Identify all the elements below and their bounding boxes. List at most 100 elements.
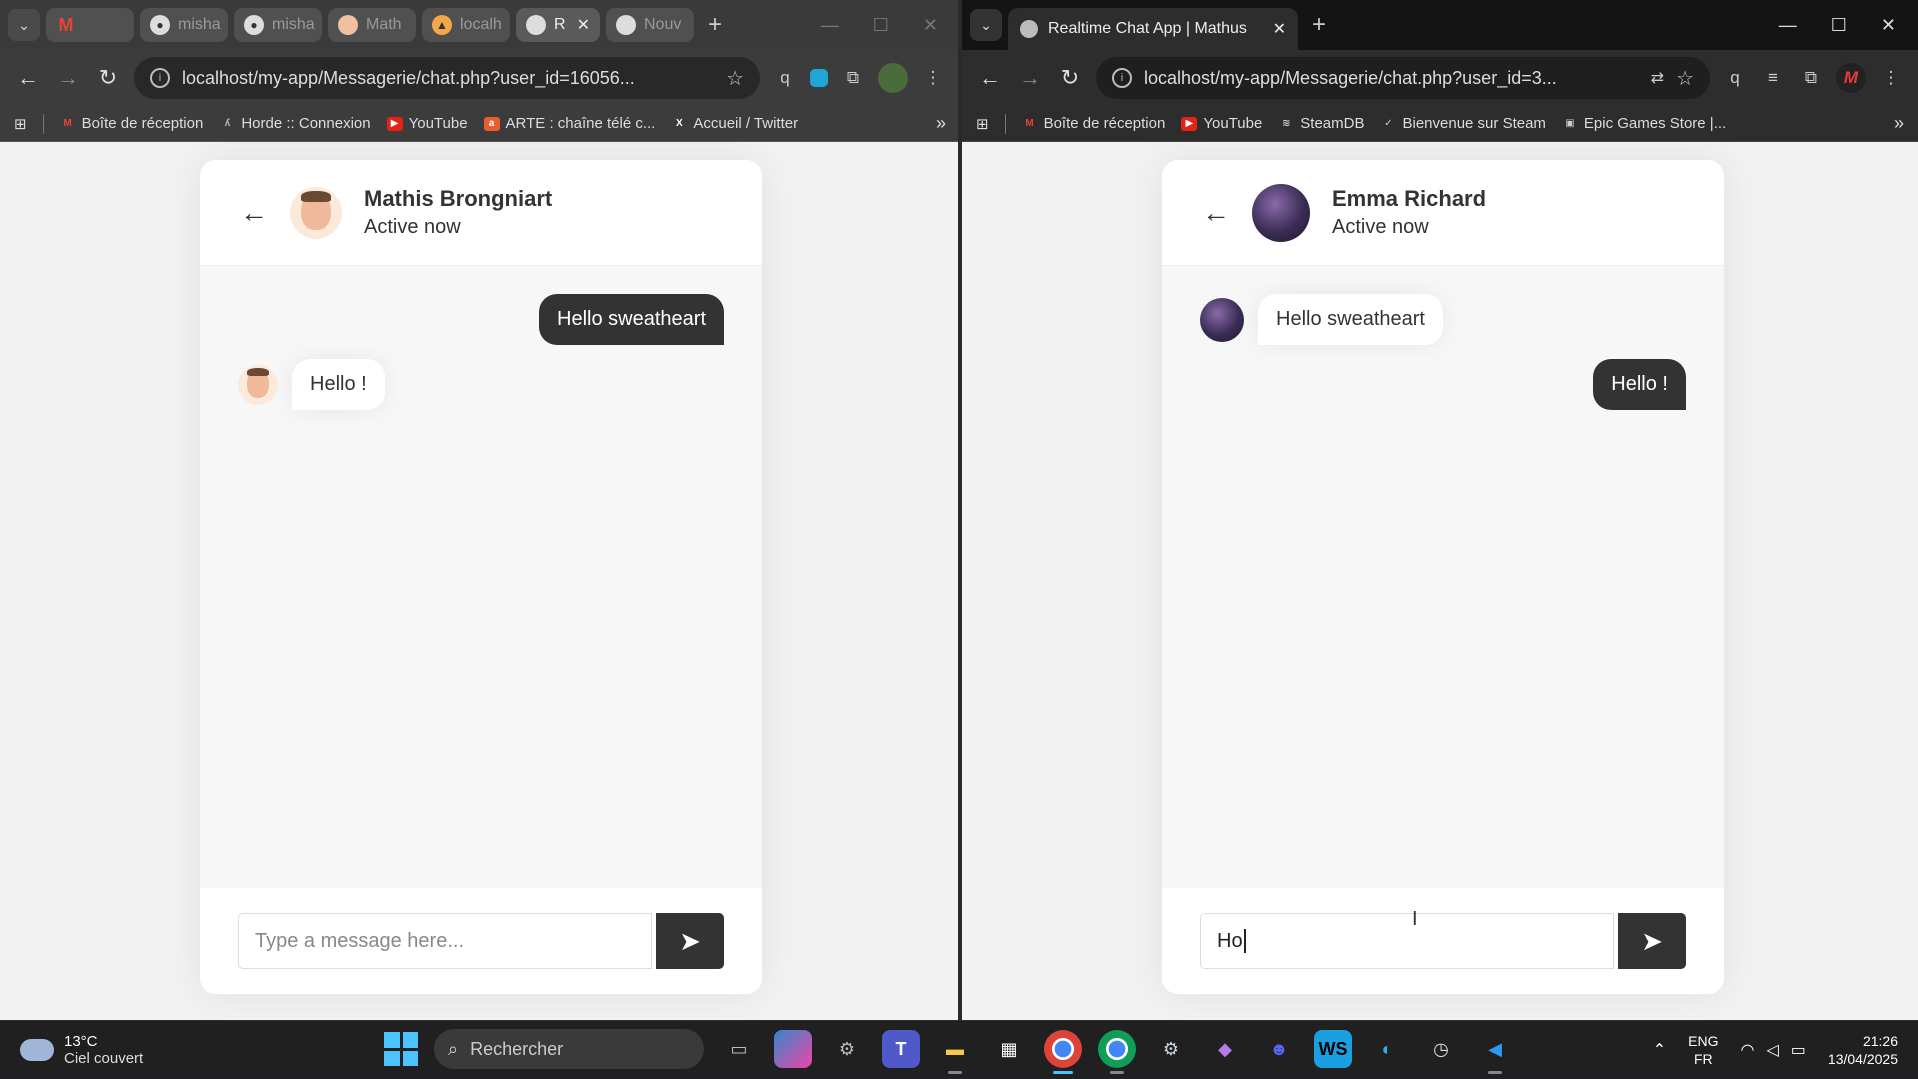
reload-icon[interactable]: ↻	[1056, 65, 1084, 91]
extension-q-icon[interactable]: q	[772, 65, 798, 91]
more-bookmarks-icon[interactable]: »	[1894, 113, 1904, 134]
menu-kebab-icon[interactable]: ⋮	[1878, 65, 1904, 91]
profile-avatar[interactable]: M	[1836, 63, 1866, 93]
widgets-icon[interactable]	[774, 1030, 812, 1068]
tray-icons[interactable]: ◠ ◁ ▭	[1741, 1040, 1806, 1060]
edge-icon[interactable]: ◐	[1368, 1030, 1406, 1068]
webstorm-icon[interactable]: WS	[1314, 1030, 1352, 1068]
tab-github-1[interactable]: ● misha	[140, 8, 228, 42]
apps-grid-icon[interactable]: ⊞	[976, 115, 989, 133]
close-tab-icon[interactable]: ✕	[1273, 19, 1286, 39]
translate-icon[interactable]: ⇄	[1651, 68, 1664, 88]
tab-gmail[interactable]: M	[46, 8, 134, 42]
site-info-icon[interactable]: i	[150, 68, 170, 88]
store-icon[interactable]: ▦	[990, 1030, 1028, 1068]
back-arrow-icon[interactable]: ←	[14, 65, 42, 91]
url-text[interactable]: localhost/my-app/Messagerie/chat.php?use…	[182, 68, 714, 89]
tab-search-button[interactable]: ⌄	[970, 9, 1002, 41]
close-window-icon[interactable]: ✕	[923, 15, 938, 36]
menu-kebab-icon[interactable]: ⋮	[920, 65, 946, 91]
site-info-icon[interactable]: i	[1112, 68, 1132, 88]
extension-stack-icon[interactable]: ≡	[1760, 65, 1786, 91]
extension-vpn-icon[interactable]	[810, 69, 828, 87]
windows-start-icon[interactable]	[384, 1032, 418, 1066]
extension-q-icon[interactable]: q	[1722, 65, 1748, 91]
url-text[interactable]: localhost/my-app/Messagerie/chat.php?use…	[1144, 68, 1639, 89]
typing-area: Type a message here... ➤	[200, 888, 762, 994]
close-tab-icon[interactable]: ✕	[577, 15, 590, 35]
reload-icon[interactable]: ↻	[94, 65, 122, 91]
tab-localhost[interactable]: ▲ localh	[422, 8, 510, 42]
language-indicator[interactable]: ENG FR	[1688, 1032, 1718, 1068]
steamdb-icon: ≋	[1282, 118, 1291, 129]
profile-avatar[interactable]	[878, 63, 908, 93]
address-bar[interactable]: i localhost/my-app/Messagerie/chat.php?u…	[1096, 57, 1710, 99]
message-input-value: Ho	[1217, 929, 1243, 952]
back-arrow-icon[interactable]: ←	[976, 65, 1004, 91]
chrome-icon[interactable]	[1044, 1030, 1082, 1074]
bookmark-horde[interactable]: ʎ Horde :: Connexion	[219, 115, 371, 132]
bookmark-youtube[interactable]: ▶ YouTube	[1181, 115, 1262, 132]
visual-studio-icon[interactable]: ◆	[1206, 1030, 1244, 1068]
cloud-weather-icon	[18, 1028, 54, 1061]
settings-gear-icon[interactable]: ⚙	[828, 1030, 866, 1068]
bookmark-epic[interactable]: ▣ Epic Games Store |...	[1562, 115, 1726, 132]
chrome-profile-icon[interactable]	[1098, 1030, 1136, 1074]
forward-arrow-icon[interactable]: →	[1016, 65, 1044, 91]
new-tab-button[interactable]: +	[700, 11, 730, 39]
youtube-icon: ▶	[1181, 116, 1198, 131]
apps-grid-icon[interactable]: ⊞	[14, 115, 27, 133]
back-arrow-icon[interactable]: ←	[240, 197, 268, 229]
bookmark-star-icon[interactable]: ☆	[1676, 66, 1694, 91]
text-caret	[1243, 929, 1246, 953]
file-explorer-icon[interactable]: ▬	[936, 1030, 974, 1074]
bookmark-youtube[interactable]: ▶ YouTube	[386, 115, 468, 132]
extensions-puzzle-icon[interactable]: ⧉	[1798, 65, 1824, 91]
message-input[interactable]: Ho	[1200, 913, 1614, 969]
extensions-puzzle-icon[interactable]: ⧉	[840, 65, 866, 91]
close-window-icon[interactable]: ✕	[1881, 15, 1896, 36]
chevron-up-icon[interactable]: ⌃	[1653, 1040, 1666, 1060]
window-controls: — ☐ ✕	[1779, 15, 1910, 36]
system-tray: ⌃ ENG FR ◠ ◁ ▭ 21:26 13/04/2025	[1653, 1021, 1898, 1079]
tab-chat-active[interactable]: Realtime Chat App | Mathus ✕	[1008, 8, 1298, 50]
task-view-icon[interactable]: ▭	[720, 1030, 758, 1068]
address-bar[interactable]: i localhost/my-app/Messagerie/chat.php?u…	[134, 57, 760, 99]
bookmark-gmail[interactable]: M Boîte de réception	[1022, 115, 1165, 132]
more-bookmarks-icon[interactable]: »	[936, 113, 946, 134]
clock-app-icon[interactable]: ◷	[1422, 1030, 1460, 1068]
maximize-icon[interactable]: ☐	[873, 15, 889, 36]
bookmark-arte[interactable]: a ARTE : chaîne télé c...	[483, 115, 655, 132]
send-button[interactable]: ➤	[656, 913, 724, 969]
teams-icon[interactable]: T	[882, 1030, 920, 1068]
minimize-icon[interactable]: —	[821, 15, 839, 36]
bookmark-separator	[1004, 113, 1006, 134]
bookmarks-bar: ⊞ M Boîte de réception ʎ Horde :: Connexio…	[0, 106, 960, 142]
tab-math[interactable]: Math	[328, 8, 416, 42]
steam-icon[interactable]: ⚙	[1152, 1030, 1190, 1068]
send-button[interactable]: ➤	[1618, 913, 1686, 969]
minimize-icon[interactable]: —	[1779, 15, 1797, 36]
maximize-icon[interactable]: ☐	[1831, 15, 1847, 36]
vscode-icon[interactable]: ◀	[1476, 1030, 1514, 1074]
bookmark-steam[interactable]: ✓ Bienvenue sur Steam	[1381, 115, 1546, 132]
sender-avatar	[238, 364, 278, 405]
tab-github-2[interactable]: ● misha	[234, 8, 322, 42]
gmail-icon: M	[1025, 118, 1034, 129]
bookmark-gmail[interactable]: M Boîte de réception	[60, 115, 203, 132]
tab-new[interactable]: Nouv	[606, 8, 694, 42]
back-arrow-icon[interactable]: ←	[1202, 197, 1230, 229]
weather-widget[interactable]: 13°C Ciel couvert	[0, 1028, 360, 1067]
bookmark-twitter[interactable]: X Accueil / Twitter	[671, 115, 798, 132]
message-input[interactable]: Type a message here...	[238, 913, 652, 969]
tab-search-button[interactable]: ⌄	[8, 9, 40, 41]
system-clock[interactable]: 21:26 13/04/2025	[1828, 1032, 1898, 1068]
taskbar-search[interactable]: ⌕ Rechercher	[434, 1029, 704, 1069]
bookmark-steamdb[interactable]: ≋ SteamDB	[1278, 115, 1364, 132]
discord-icon[interactable]: ☻	[1260, 1030, 1298, 1068]
forward-arrow-icon[interactable]: →	[54, 65, 82, 91]
bookmark-star-icon[interactable]: ☆	[726, 66, 744, 91]
new-tab-button[interactable]: +	[1304, 11, 1334, 39]
localhost-icon: ▲	[432, 15, 452, 35]
tab-chat-active[interactable]: R ✕	[516, 8, 600, 42]
